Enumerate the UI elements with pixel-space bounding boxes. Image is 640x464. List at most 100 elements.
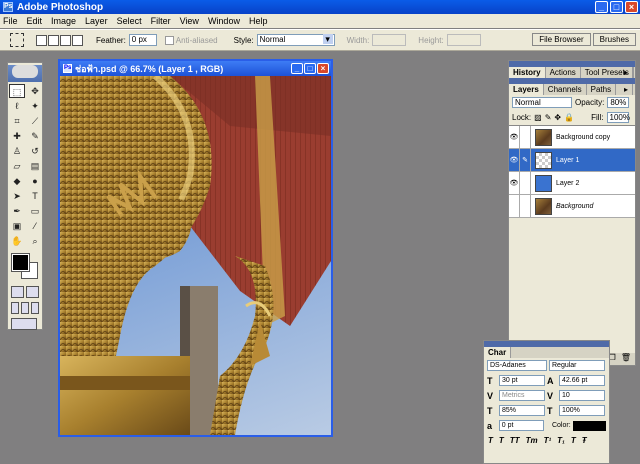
tab-actions[interactable]: Actions bbox=[546, 67, 581, 78]
gradient-tool-icon[interactable]: ▤ bbox=[27, 159, 43, 173]
pen-tool-icon[interactable]: ✒ bbox=[9, 204, 25, 218]
add-selection-icon[interactable] bbox=[48, 34, 59, 46]
lasso-tool-icon[interactable]: ℓ bbox=[9, 99, 25, 113]
brush-active-icon[interactable]: ✎ bbox=[520, 148, 531, 172]
new-selection-icon[interactable] bbox=[36, 34, 47, 46]
opacity-input[interactable]: 80% bbox=[607, 97, 630, 108]
layer-row[interactable]: 👁 ✎ Layer 1 bbox=[509, 148, 635, 172]
standard-screen-icon[interactable] bbox=[11, 302, 19, 314]
hand-tool-icon[interactable]: ✋ bbox=[9, 234, 25, 248]
all-caps-icon[interactable]: TT bbox=[510, 436, 520, 445]
feather-input[interactable]: 0 px bbox=[128, 34, 157, 46]
zoom-tool-icon[interactable]: ⌕ bbox=[27, 234, 43, 248]
image-canvas[interactable] bbox=[60, 76, 331, 435]
magic-wand-tool-icon[interactable]: ✦ bbox=[27, 99, 43, 113]
minimize-button[interactable]: _ bbox=[595, 1, 608, 13]
notes-tool-icon[interactable]: ▣ bbox=[9, 219, 25, 233]
doc-maximize-button[interactable]: □ bbox=[304, 63, 316, 74]
standard-mode-icon[interactable] bbox=[11, 286, 24, 298]
horizontal-scale-input[interactable]: 100% bbox=[559, 405, 605, 416]
marquee-tool-preset-icon[interactable] bbox=[10, 33, 24, 47]
toolbox-header[interactable] bbox=[8, 65, 42, 82]
menu-help[interactable]: Help bbox=[249, 16, 268, 26]
lock-position-icon[interactable]: ✥ bbox=[554, 113, 561, 122]
style-select[interactable]: Normal bbox=[256, 34, 335, 46]
slice-tool-icon[interactable]: ⟋ bbox=[27, 114, 43, 128]
menu-select[interactable]: Select bbox=[117, 16, 142, 26]
type-tool-icon[interactable]: T bbox=[27, 189, 43, 203]
full-screen-menu-icon[interactable] bbox=[21, 302, 29, 314]
trash-icon[interactable]: 🗑 bbox=[621, 353, 631, 365]
tab-paths[interactable]: Paths bbox=[587, 84, 617, 95]
maximize-button[interactable]: □ bbox=[610, 1, 623, 13]
lock-transparency-icon[interactable]: ▨ bbox=[534, 113, 542, 122]
tab-channels[interactable]: Channels bbox=[544, 84, 587, 95]
crop-tool-icon[interactable]: ⌗ bbox=[9, 114, 25, 128]
rect-marquee-tool-icon[interactable]: ⬚ bbox=[9, 84, 25, 98]
font-size-input[interactable]: 30 pt bbox=[499, 375, 545, 386]
dodge-tool-icon[interactable]: ● bbox=[27, 174, 43, 188]
layer-row[interactable]: Background bbox=[509, 194, 635, 218]
quick-mask-mode-icon[interactable] bbox=[26, 286, 39, 298]
eraser-tool-icon[interactable]: ▱ bbox=[9, 159, 25, 173]
superscript-icon[interactable]: T¹ bbox=[544, 436, 552, 445]
faux-bold-icon[interactable]: T bbox=[488, 436, 493, 445]
subscript-icon[interactable]: T₁ bbox=[557, 436, 565, 445]
history-menu-arrow-icon[interactable]: ▸ bbox=[620, 67, 633, 78]
link-slot[interactable] bbox=[520, 194, 531, 218]
menu-edit[interactable]: Edit bbox=[27, 16, 43, 26]
menu-image[interactable]: Image bbox=[51, 16, 76, 26]
healing-brush-tool-icon[interactable]: ✚ bbox=[9, 129, 25, 143]
adobe-online-icon[interactable] bbox=[12, 65, 38, 78]
height-input[interactable] bbox=[446, 34, 481, 46]
vertical-scale-input[interactable]: 85% bbox=[499, 405, 545, 416]
tracking-input[interactable]: 10 bbox=[559, 390, 605, 401]
menu-window[interactable]: Window bbox=[208, 16, 240, 26]
shape-tool-icon[interactable]: ▭ bbox=[27, 204, 43, 218]
move-tool-icon[interactable]: ✥ bbox=[27, 84, 43, 98]
faux-italic-icon[interactable]: T bbox=[499, 436, 504, 445]
doc-minimize-button[interactable]: _ bbox=[291, 63, 303, 74]
font-family-select[interactable]: DS-Adanes bbox=[487, 360, 547, 371]
intersect-selection-icon[interactable] bbox=[72, 34, 83, 46]
link-slot[interactable] bbox=[520, 171, 531, 195]
baseline-shift-input[interactable]: 0 pt bbox=[498, 420, 544, 431]
doc-close-button[interactable]: × bbox=[317, 63, 329, 74]
tab-character[interactable]: Char bbox=[484, 347, 512, 358]
blend-mode-select[interactable]: Normal bbox=[512, 97, 572, 108]
antialiased-checkbox[interactable] bbox=[164, 35, 174, 45]
clone-stamp-tool-icon[interactable]: ♙ bbox=[9, 144, 25, 158]
eyedropper-tool-icon[interactable]: ⁄ bbox=[27, 219, 43, 233]
kerning-input[interactable]: Metrics bbox=[499, 390, 545, 401]
file-browser-tab[interactable]: File Browser bbox=[532, 33, 591, 46]
fill-input[interactable]: 100% bbox=[606, 112, 630, 123]
lock-all-icon[interactable]: 🔒 bbox=[564, 113, 574, 122]
eye-icon[interactable]: 👁 bbox=[509, 171, 520, 195]
eye-icon[interactable]: 👁 bbox=[509, 148, 520, 172]
menu-file[interactable]: File bbox=[3, 16, 18, 26]
small-caps-icon[interactable]: Tт bbox=[526, 436, 538, 445]
foreground-color-swatch[interactable] bbox=[11, 253, 30, 272]
layer-row[interactable]: 👁 Layer 2 bbox=[509, 171, 635, 195]
history-brush-tool-icon[interactable]: ↺ bbox=[27, 144, 43, 158]
leading-input[interactable]: 42.66 pt bbox=[559, 375, 605, 386]
eye-icon[interactable]: 👁 bbox=[509, 125, 520, 149]
path-selection-tool-icon[interactable]: ➤ bbox=[9, 189, 25, 203]
menu-view[interactable]: View bbox=[180, 16, 199, 26]
blur-tool-icon[interactable]: ◆ bbox=[9, 174, 25, 188]
menu-layer[interactable]: Layer bbox=[85, 16, 108, 26]
tab-history[interactable]: History bbox=[509, 67, 546, 78]
text-color-swatch[interactable] bbox=[572, 420, 606, 431]
layer-row[interactable]: 👁 Background copy bbox=[509, 125, 635, 149]
layers-menu-arrow-icon[interactable]: ▸ bbox=[620, 84, 633, 95]
close-button[interactable]: × bbox=[625, 1, 638, 13]
underline-icon[interactable]: T bbox=[571, 436, 576, 445]
strikethrough-icon[interactable]: Ŧ bbox=[582, 436, 587, 445]
brushes-tab[interactable]: Brushes bbox=[592, 33, 636, 46]
eye-slot[interactable] bbox=[509, 194, 520, 218]
tab-layers[interactable]: Layers bbox=[509, 84, 544, 95]
menu-filter[interactable]: Filter bbox=[151, 16, 171, 26]
jump-to-imageready-icon[interactable] bbox=[11, 318, 37, 330]
full-screen-icon[interactable] bbox=[31, 302, 39, 314]
subtract-selection-icon[interactable] bbox=[60, 34, 71, 46]
